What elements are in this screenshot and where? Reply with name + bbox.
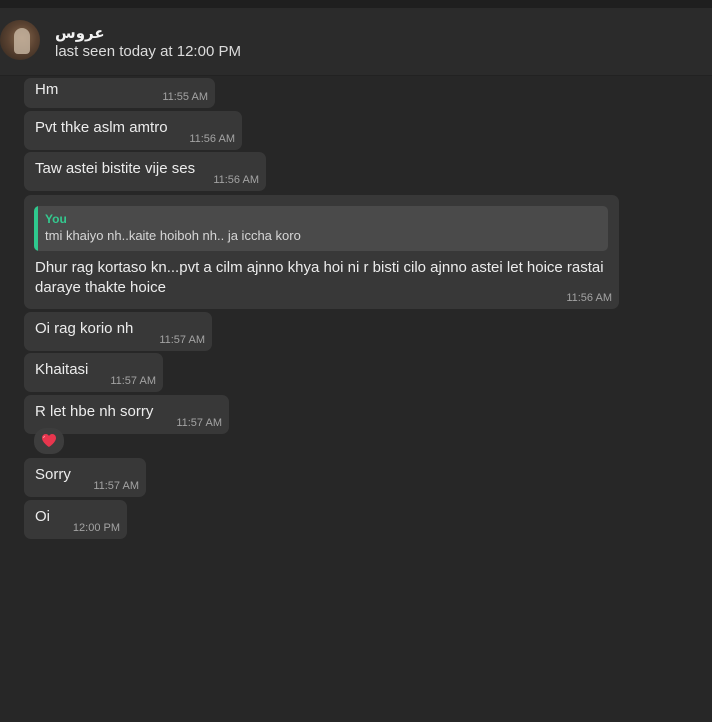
last-seen-status: last seen today at 12:00 PM <box>55 43 241 60</box>
message-bubble[interactable]: Pvt thke aslm amtro 11:56 AM <box>24 111 242 150</box>
message-time: 11:56 AM <box>213 174 259 186</box>
window-top-strip <box>0 0 712 8</box>
message-bubble[interactable]: Hm 11:55 AM <box>24 78 215 108</box>
message-text: Oi <box>35 508 50 525</box>
chat-header[interactable]: عروس last seen today at 12:00 PM <box>0 8 712 76</box>
message-text: Khaitasi <box>35 361 89 378</box>
message-bubble[interactable]: Sorry 11:57 AM <box>24 458 146 497</box>
quoted-message[interactable]: You tmi khaiyo nh..kaite hoiboh nh.. ja … <box>34 206 608 251</box>
message-time: 12:00 PM <box>72 522 120 534</box>
message-text: Taw astei bistite vije ses <box>35 160 196 177</box>
message-time: 11:57 AM <box>176 417 222 429</box>
message-bubble[interactable]: Khaitasi 11:57 AM <box>24 353 163 392</box>
reaction-badge[interactable] <box>34 428 64 454</box>
reply-message-bubble[interactable]: You tmi khaiyo nh..kaite hoiboh nh.. ja … <box>24 195 619 309</box>
message-time: 11:57 AM <box>93 480 139 492</box>
message-list[interactable]: Hm 11:55 AM Pvt thke aslm amtro 11:56 AM… <box>0 76 712 722</box>
message-time: 11:56 AM <box>189 133 235 145</box>
message-text: Sorry <box>35 466 71 483</box>
message-text: Hm <box>35 81 59 98</box>
message-time: 11:56 AM <box>566 292 612 304</box>
message-text: Pvt thke aslm amtro <box>35 119 168 136</box>
quote-accent-bar <box>34 206 38 251</box>
quote-text: tmi khaiyo nh..kaite hoiboh nh.. ja icch… <box>45 228 301 243</box>
message-time: 11:57 AM <box>159 334 205 346</box>
message-time: 11:55 AM <box>162 91 208 103</box>
message-bubble[interactable]: Oi rag korio nh 11:57 AM <box>24 312 212 351</box>
message-text: Oi rag korio nh <box>35 320 134 337</box>
quote-author: You <box>45 212 67 226</box>
contact-name[interactable]: عروس <box>55 24 105 42</box>
message-text: Dhur rag kortaso kn...pvt a cilm ajnno k… <box>35 259 604 296</box>
message-time: 11:57 AM <box>110 375 156 387</box>
avatar[interactable] <box>0 20 40 60</box>
message-bubble[interactable]: Taw astei bistite vije ses 11:56 AM <box>24 152 266 191</box>
message-text: R let hbe nh sorry <box>35 403 154 420</box>
message-bubble[interactable]: Oi 12:00 PM <box>24 500 127 539</box>
